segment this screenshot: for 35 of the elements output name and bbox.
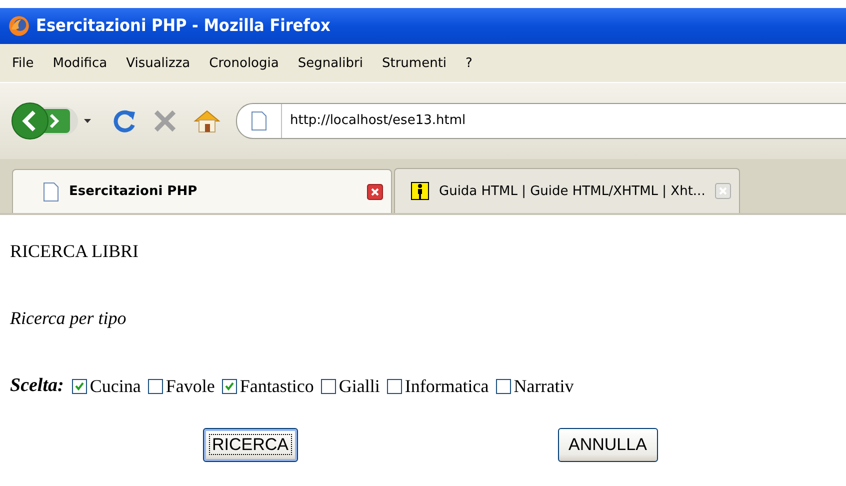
checkbox-label: Fantastico — [240, 376, 314, 396]
address-field[interactable]: http://localhost/ese13.html — [236, 103, 846, 139]
checkbox-label: Informatica — [404, 376, 489, 396]
checkbox-label: Cucina — [90, 376, 141, 396]
checkbox-label: Favole — [166, 376, 215, 396]
choice-label: Scelta: — [10, 375, 64, 397]
checkbox[interactable] — [386, 378, 402, 394]
page-heading: RICERCA LIBRI — [10, 241, 140, 262]
menu-item[interactable]: ? — [466, 56, 472, 70]
close-icon[interactable] — [367, 184, 383, 200]
menu-item[interactable]: Segnalibri — [298, 56, 363, 70]
menu-item[interactable]: Visualizza — [126, 56, 190, 70]
window-title: Esercitazioni PHP - Mozilla Firefox — [36, 16, 330, 36]
home-icon[interactable] — [192, 108, 222, 134]
menu-item[interactable]: File — [12, 56, 34, 70]
menu-item[interactable]: Strumenti — [382, 56, 447, 70]
section-subtitle: Ricerca per tipo — [10, 308, 128, 329]
checkbox[interactable] — [148, 378, 163, 394]
browser-logo-icon — [8, 15, 30, 37]
checkbox-label: Narrativ — [514, 376, 574, 396]
page-icon — [251, 111, 267, 131]
reload-icon[interactable] — [112, 108, 138, 134]
person-icon — [411, 182, 429, 200]
checkbox[interactable] — [320, 378, 336, 394]
browser-tab[interactable]: Esercitazioni PHP — [12, 169, 392, 213]
menu-item[interactable]: Cronologia — [209, 56, 279, 70]
form-button[interactable]: RICERCA — [203, 428, 298, 462]
checkbox-label: Gialli — [338, 376, 380, 396]
checkbox[interactable] — [222, 378, 237, 394]
form-button[interactable]: ANNULLA — [558, 428, 658, 462]
checkbox[interactable] — [72, 378, 87, 394]
page-icon — [43, 182, 59, 202]
browser-tab[interactable]: Guida HTML | Guide HTML/XHTML | Xht... — [394, 168, 740, 213]
menu-item[interactable]: Modifica — [52, 56, 108, 70]
checkbox[interactable] — [496, 378, 511, 394]
